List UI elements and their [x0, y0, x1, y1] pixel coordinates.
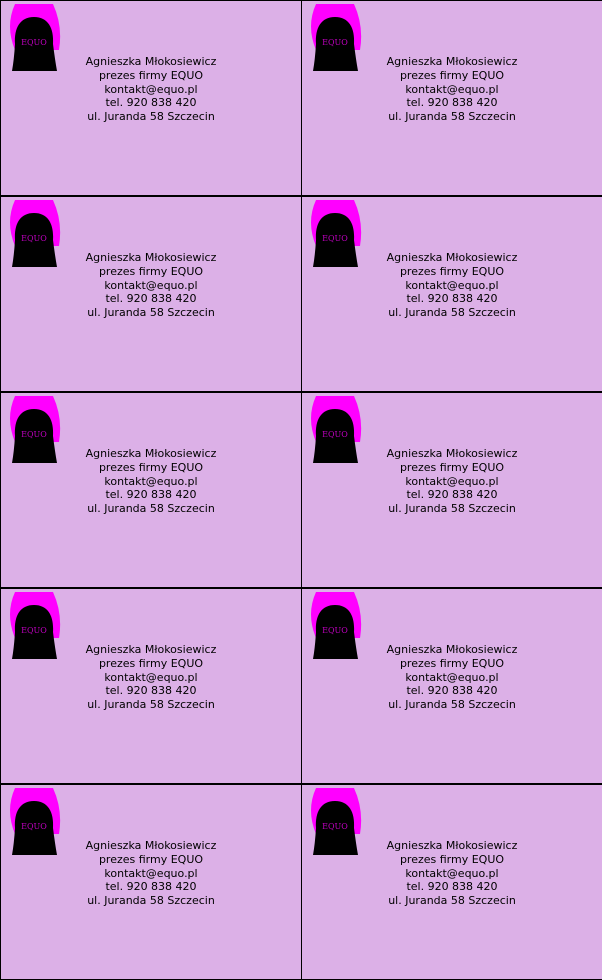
email-text: kontakt@equo.pl	[405, 866, 499, 880]
person-name: Agnieszka Młokosiewicz	[85, 839, 217, 852]
phone-text: tel. 920 838 420	[406, 488, 498, 502]
person-name: Agnieszka Młokosiewicz	[85, 55, 217, 68]
card-contact-info: Agnieszka Młokosiewicz prezes firmy EQUO…	[302, 447, 602, 516]
business-card: EQUO Agnieszka Młokosiewicz prezes firmy…	[301, 588, 602, 784]
card-contact-info: Agnieszka Młokosiewicz prezes firmy EQUO…	[302, 55, 602, 124]
logo-text: EQUO	[21, 822, 47, 831]
card-contact-info: Agnieszka Młokosiewicz prezes firmy EQUO…	[302, 839, 602, 908]
logo-text: EQUO	[322, 822, 348, 831]
person-title: prezes firmy EQUO	[399, 460, 505, 474]
phone-text: tel. 920 838 420	[406, 292, 498, 306]
email-text: kontakt@equo.pl	[405, 278, 499, 292]
logo-text: EQUO	[21, 234, 47, 243]
person-title: prezes firmy EQUO	[98, 264, 204, 278]
card-contact-info: Agnieszka Młokosiewicz prezes firmy EQUO…	[1, 447, 301, 516]
address-text: ul. Juranda 58 Szczecin	[388, 502, 516, 516]
address-text: ul. Juranda 58 Szczecin	[388, 698, 516, 712]
email-text: kontakt@equo.pl	[405, 474, 499, 488]
phone-text: tel. 920 838 420	[105, 488, 197, 502]
business-card: EQUO Agnieszka Młokosiewicz prezes firmy…	[301, 0, 602, 196]
email-text: kontakt@equo.pl	[405, 82, 499, 96]
person-title: prezes firmy EQUO	[399, 68, 505, 82]
address-text: ul. Juranda 58 Szczecin	[87, 502, 215, 516]
logo-text: EQUO	[322, 234, 348, 243]
address-text: ul. Juranda 58 Szczecin	[87, 894, 215, 908]
business-card-sheet: EQUO Agnieszka Młokosiewicz prezes firmy…	[0, 0, 602, 980]
email-text: kontakt@equo.pl	[104, 278, 198, 292]
business-card: EQUO Agnieszka Młokosiewicz prezes firmy…	[301, 196, 602, 392]
person-name: Agnieszka Młokosiewicz	[386, 55, 518, 68]
logo-text: EQUO	[21, 626, 47, 635]
email-text: kontakt@equo.pl	[104, 866, 198, 880]
card-contact-info: Agnieszka Młokosiewicz prezes firmy EQUO…	[302, 251, 602, 320]
person-title: prezes firmy EQUO	[399, 852, 505, 866]
email-text: kontakt@equo.pl	[104, 82, 198, 96]
logo-text: EQUO	[322, 38, 348, 47]
address-text: ul. Juranda 58 Szczecin	[388, 110, 516, 124]
address-text: ul. Juranda 58 Szczecin	[388, 894, 516, 908]
card-contact-info: Agnieszka Młokosiewicz prezes firmy EQUO…	[1, 251, 301, 320]
card-contact-info: Agnieszka Młokosiewicz prezes firmy EQUO…	[1, 55, 301, 124]
person-name: Agnieszka Młokosiewicz	[386, 839, 518, 852]
address-text: ul. Juranda 58 Szczecin	[388, 306, 516, 320]
person-title: prezes firmy EQUO	[399, 264, 505, 278]
card-contact-info: Agnieszka Młokosiewicz prezes firmy EQUO…	[1, 839, 301, 908]
business-card: EQUO Agnieszka Młokosiewicz prezes firmy…	[0, 0, 302, 196]
card-contact-info: Agnieszka Młokosiewicz prezes firmy EQUO…	[302, 643, 602, 712]
person-name: Agnieszka Młokosiewicz	[85, 643, 217, 656]
person-title: prezes firmy EQUO	[98, 68, 204, 82]
phone-text: tel. 920 838 420	[105, 880, 197, 894]
person-name: Agnieszka Młokosiewicz	[85, 447, 217, 460]
business-card: EQUO Agnieszka Młokosiewicz prezes firmy…	[0, 196, 302, 392]
logo-text: EQUO	[21, 430, 47, 439]
person-title: prezes firmy EQUO	[98, 656, 204, 670]
phone-text: tel. 920 838 420	[105, 684, 197, 698]
person-title: prezes firmy EQUO	[98, 460, 204, 474]
person-title: prezes firmy EQUO	[98, 852, 204, 866]
card-contact-info: Agnieszka Młokosiewicz prezes firmy EQUO…	[1, 643, 301, 712]
business-card: EQUO Agnieszka Młokosiewicz prezes firmy…	[0, 588, 302, 784]
business-card: EQUO Agnieszka Młokosiewicz prezes firmy…	[0, 784, 302, 980]
phone-text: tel. 920 838 420	[406, 684, 498, 698]
phone-text: tel. 920 838 420	[406, 880, 498, 894]
email-text: kontakt@equo.pl	[104, 474, 198, 488]
person-name: Agnieszka Młokosiewicz	[386, 447, 518, 460]
person-name: Agnieszka Młokosiewicz	[386, 643, 518, 656]
address-text: ul. Juranda 58 Szczecin	[87, 306, 215, 320]
email-text: kontakt@equo.pl	[104, 670, 198, 684]
phone-text: tel. 920 838 420	[406, 96, 498, 110]
address-text: ul. Juranda 58 Szczecin	[87, 698, 215, 712]
person-name: Agnieszka Młokosiewicz	[85, 251, 217, 264]
address-text: ul. Juranda 58 Szczecin	[87, 110, 215, 124]
business-card: EQUO Agnieszka Młokosiewicz prezes firmy…	[0, 392, 302, 588]
business-card: EQUO Agnieszka Młokosiewicz prezes firmy…	[301, 784, 602, 980]
logo-text: EQUO	[322, 626, 348, 635]
phone-text: tel. 920 838 420	[105, 292, 197, 306]
person-name: Agnieszka Młokosiewicz	[386, 251, 518, 264]
logo-text: EQUO	[322, 430, 348, 439]
logo-text: EQUO	[21, 38, 47, 47]
business-card: EQUO Agnieszka Młokosiewicz prezes firmy…	[301, 392, 602, 588]
person-title: prezes firmy EQUO	[399, 656, 505, 670]
email-text: kontakt@equo.pl	[405, 670, 499, 684]
phone-text: tel. 920 838 420	[105, 96, 197, 110]
